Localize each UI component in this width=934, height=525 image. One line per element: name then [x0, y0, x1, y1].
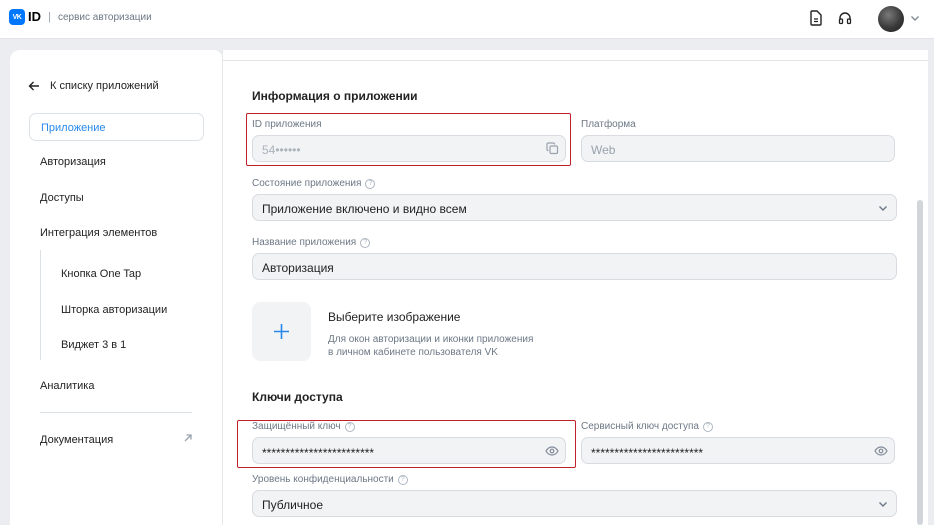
vk-logo-icon[interactable]: VK [9, 9, 25, 25]
name-input[interactable]: Авторизация [252, 253, 897, 280]
logo-id-text[interactable]: ID [28, 9, 41, 24]
help-icon[interactable]: ? [702, 421, 713, 432]
sidebar-item-authorization[interactable]: Авторизация [40, 156, 106, 168]
back-label: К списку приложений [50, 80, 159, 92]
upload-image-button[interactable] [252, 302, 311, 361]
platform-field: Web [581, 135, 895, 162]
sidebar-item-integration[interactable]: Интеграция элементов [40, 227, 157, 239]
tree-line [40, 250, 41, 360]
help-icon[interactable]: ? [397, 474, 408, 485]
state-select[interactable]: Приложение включено и видно всем [252, 194, 897, 221]
chevron-down-icon [879, 206, 887, 211]
headset-support-icon[interactable] [838, 10, 852, 26]
eye-icon[interactable] [874, 446, 888, 456]
keys-title: Ключи доступа [252, 390, 343, 404]
back-to-apps-link[interactable]: К списку приложений [28, 77, 159, 95]
sidebar-item-access[interactable]: Доступы [40, 192, 84, 204]
document-icon[interactable] [809, 10, 823, 26]
secure-key-highlight [237, 420, 576, 468]
sidebar-subitem-widget[interactable]: Виджет 3 в 1 [61, 339, 126, 351]
privacy-label: Уровень конфиденциальности? [252, 474, 408, 485]
logo-separator: | [48, 11, 51, 23]
platform-label: Платформа [581, 119, 636, 130]
chevron-down-icon [879, 502, 887, 507]
sidebar-subitem-one-tap[interactable]: Кнопка One Tap [61, 268, 141, 280]
name-value: Авторизация [262, 261, 334, 275]
state-label: Состояние приложения? [252, 178, 376, 189]
service-key-label: Сервисный ключ доступа? [581, 421, 713, 432]
chevron-down-icon[interactable] [910, 14, 920, 22]
sidebar-subitem-auth-sheet[interactable]: Шторка авторизации [61, 304, 167, 316]
external-link-icon[interactable] [183, 433, 193, 443]
arrow-left-icon [28, 81, 39, 91]
service-subtitle: сервис авторизации [58, 12, 152, 23]
service-key-field[interactable]: ************************ [581, 437, 895, 464]
service-key-value: ************************ [591, 446, 704, 460]
sidebar-item-label: Приложение [41, 122, 106, 134]
privacy-select[interactable]: Публичное [252, 490, 897, 517]
privacy-value: Публичное [262, 498, 324, 512]
sidebar-item-app[interactable]: Приложение [29, 113, 204, 141]
app-info-title: Информация о приложении [252, 89, 418, 103]
main-top-divider [222, 60, 928, 61]
help-icon[interactable]: ? [360, 237, 371, 248]
help-icon[interactable]: ? [365, 178, 376, 189]
plus-icon [274, 324, 289, 339]
sidebar-item-analytics[interactable]: Аналитика [40, 380, 94, 392]
platform-value: Web [591, 143, 616, 157]
name-label: Название приложения? [252, 237, 371, 248]
image-description: Для окон авторизации и иконки приложения… [328, 334, 534, 358]
sidebar-item-docs[interactable]: Документация [40, 434, 113, 446]
scrollbar[interactable] [917, 200, 923, 525]
state-value: Приложение включено и видно всем [262, 202, 467, 216]
app-id-highlight [246, 113, 571, 166]
sidebar-divider [40, 412, 192, 413]
user-avatar[interactable] [878, 6, 904, 32]
image-title: Выберите изображение [328, 310, 461, 324]
top-header: VK ID | сервис авторизации [0, 0, 934, 39]
